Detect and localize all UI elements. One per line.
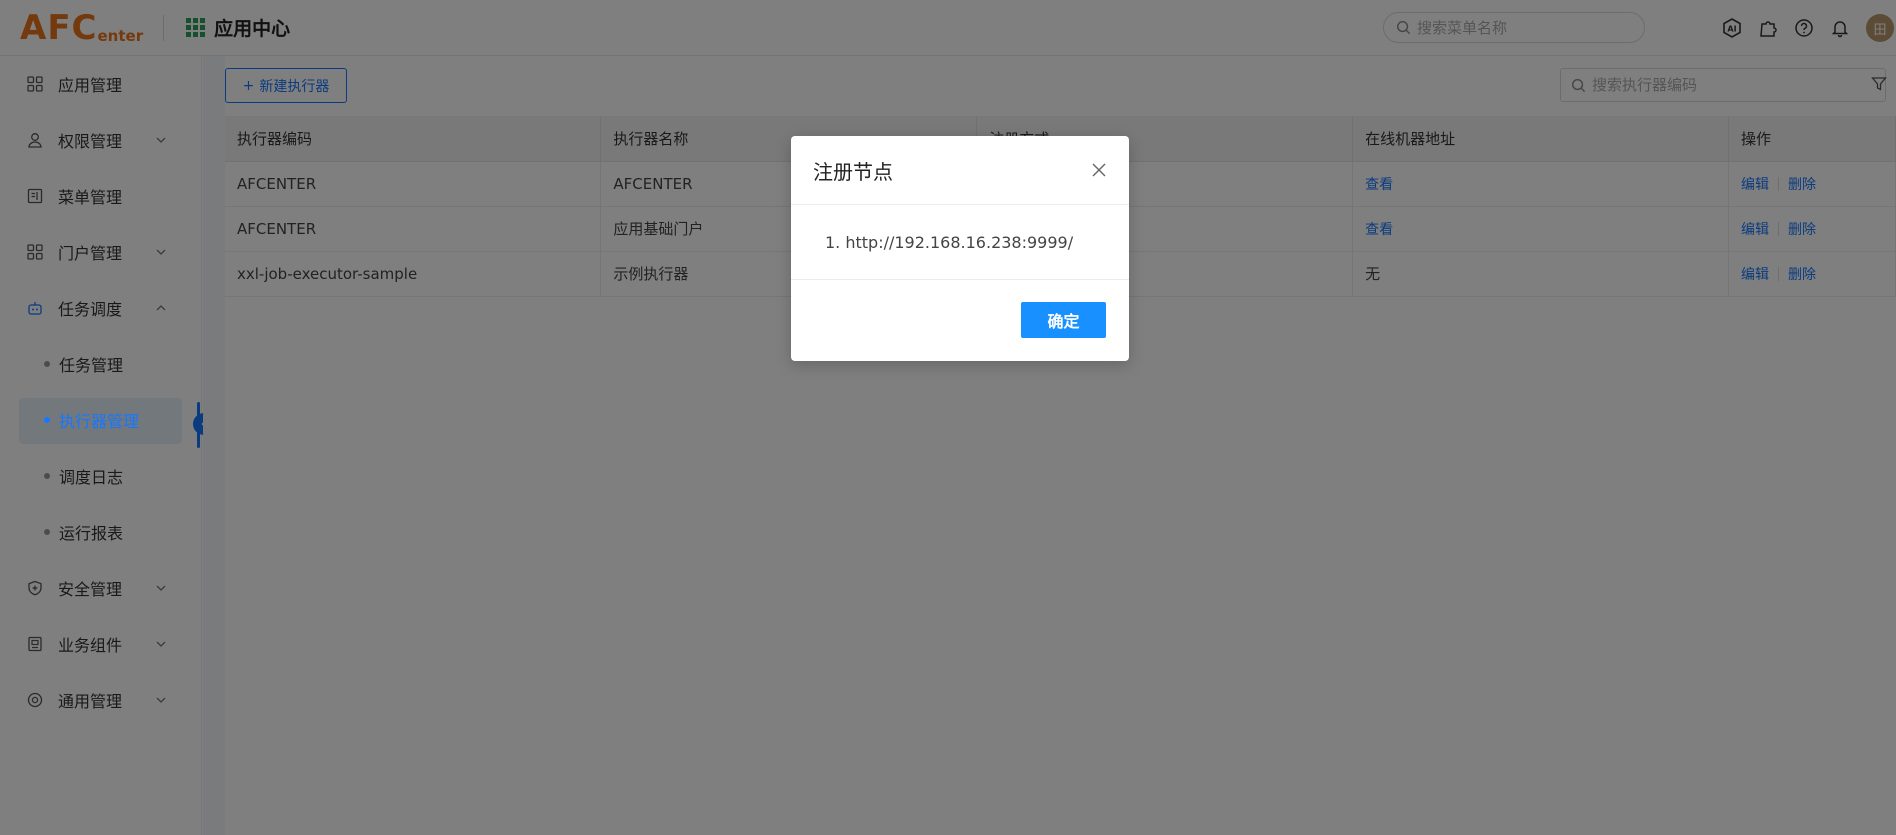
dialog-header: 注册节点 [791,136,1129,205]
dialog-footer: 确定 [791,280,1129,360]
sidebar-subitem-label: 执行器管理 [59,412,140,431]
register-node-dialog: 注册节点 1. http://192.168.16.238:9999/ 确定 [791,136,1129,361]
close-icon[interactable] [1087,158,1111,182]
dialog-title: 注册节点 [813,159,893,184]
modal-mask[interactable] [0,0,1896,835]
dialog-body: 1. http://192.168.16.238:9999/ [791,205,1129,280]
bullet-dot [44,417,50,423]
confirm-button[interactable]: 确定 [1021,302,1106,338]
node-address-item: 1. http://192.168.16.238:9999/ [825,232,1074,252]
